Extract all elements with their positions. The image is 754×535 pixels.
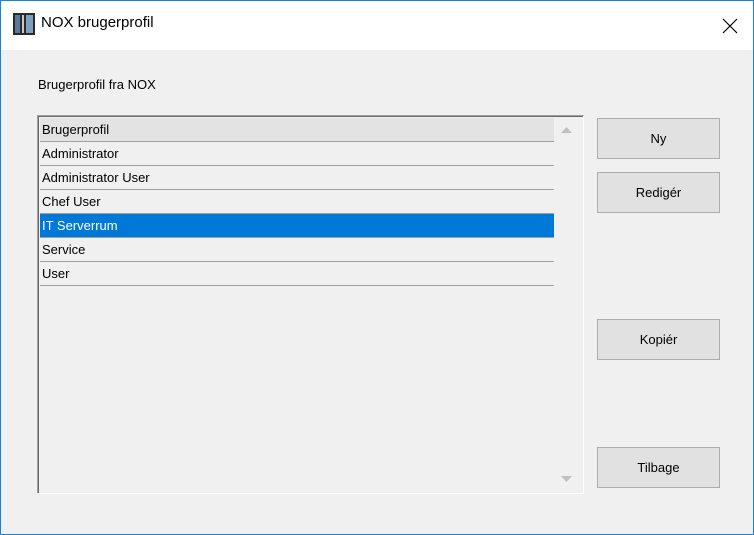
app-icon [13,13,35,35]
close-icon [722,18,738,33]
close-button[interactable] [707,1,753,50]
list-column-header[interactable]: Brugerprofil [40,118,554,142]
list-item[interactable]: Administrator [40,142,554,166]
chevron-up-icon [561,126,572,133]
profile-source-label: Brugerprofil fra NOX [38,77,156,92]
profile-list: Brugerprofil Administrator Administrator… [40,118,554,286]
back-button[interactable]: Tilbage [597,447,720,488]
list-item[interactable]: Chef User [40,190,554,214]
vertical-scrollbar[interactable] [554,118,579,490]
list-item[interactable]: Service [40,238,554,262]
profile-listbox[interactable]: Brugerprofil Administrator Administrator… [37,115,584,494]
list-item[interactable]: User [40,262,554,286]
list-item-selected[interactable]: IT Serverrum [40,214,554,238]
new-button[interactable]: Ny [597,118,720,159]
scroll-up-button[interactable] [554,118,579,140]
list-item[interactable]: Administrator User [40,166,554,190]
scroll-down-button[interactable] [554,468,579,490]
edit-button[interactable]: Redigér [597,172,720,213]
chevron-down-icon [561,475,572,482]
title-bar: NOX brugerprofil [1,1,753,50]
copy-button[interactable]: Kopiér [597,319,720,360]
dialog-window: NOX brugerprofil Brugerprofil fra NOX Br… [0,0,754,535]
window-title: NOX brugerprofil [41,14,154,31]
